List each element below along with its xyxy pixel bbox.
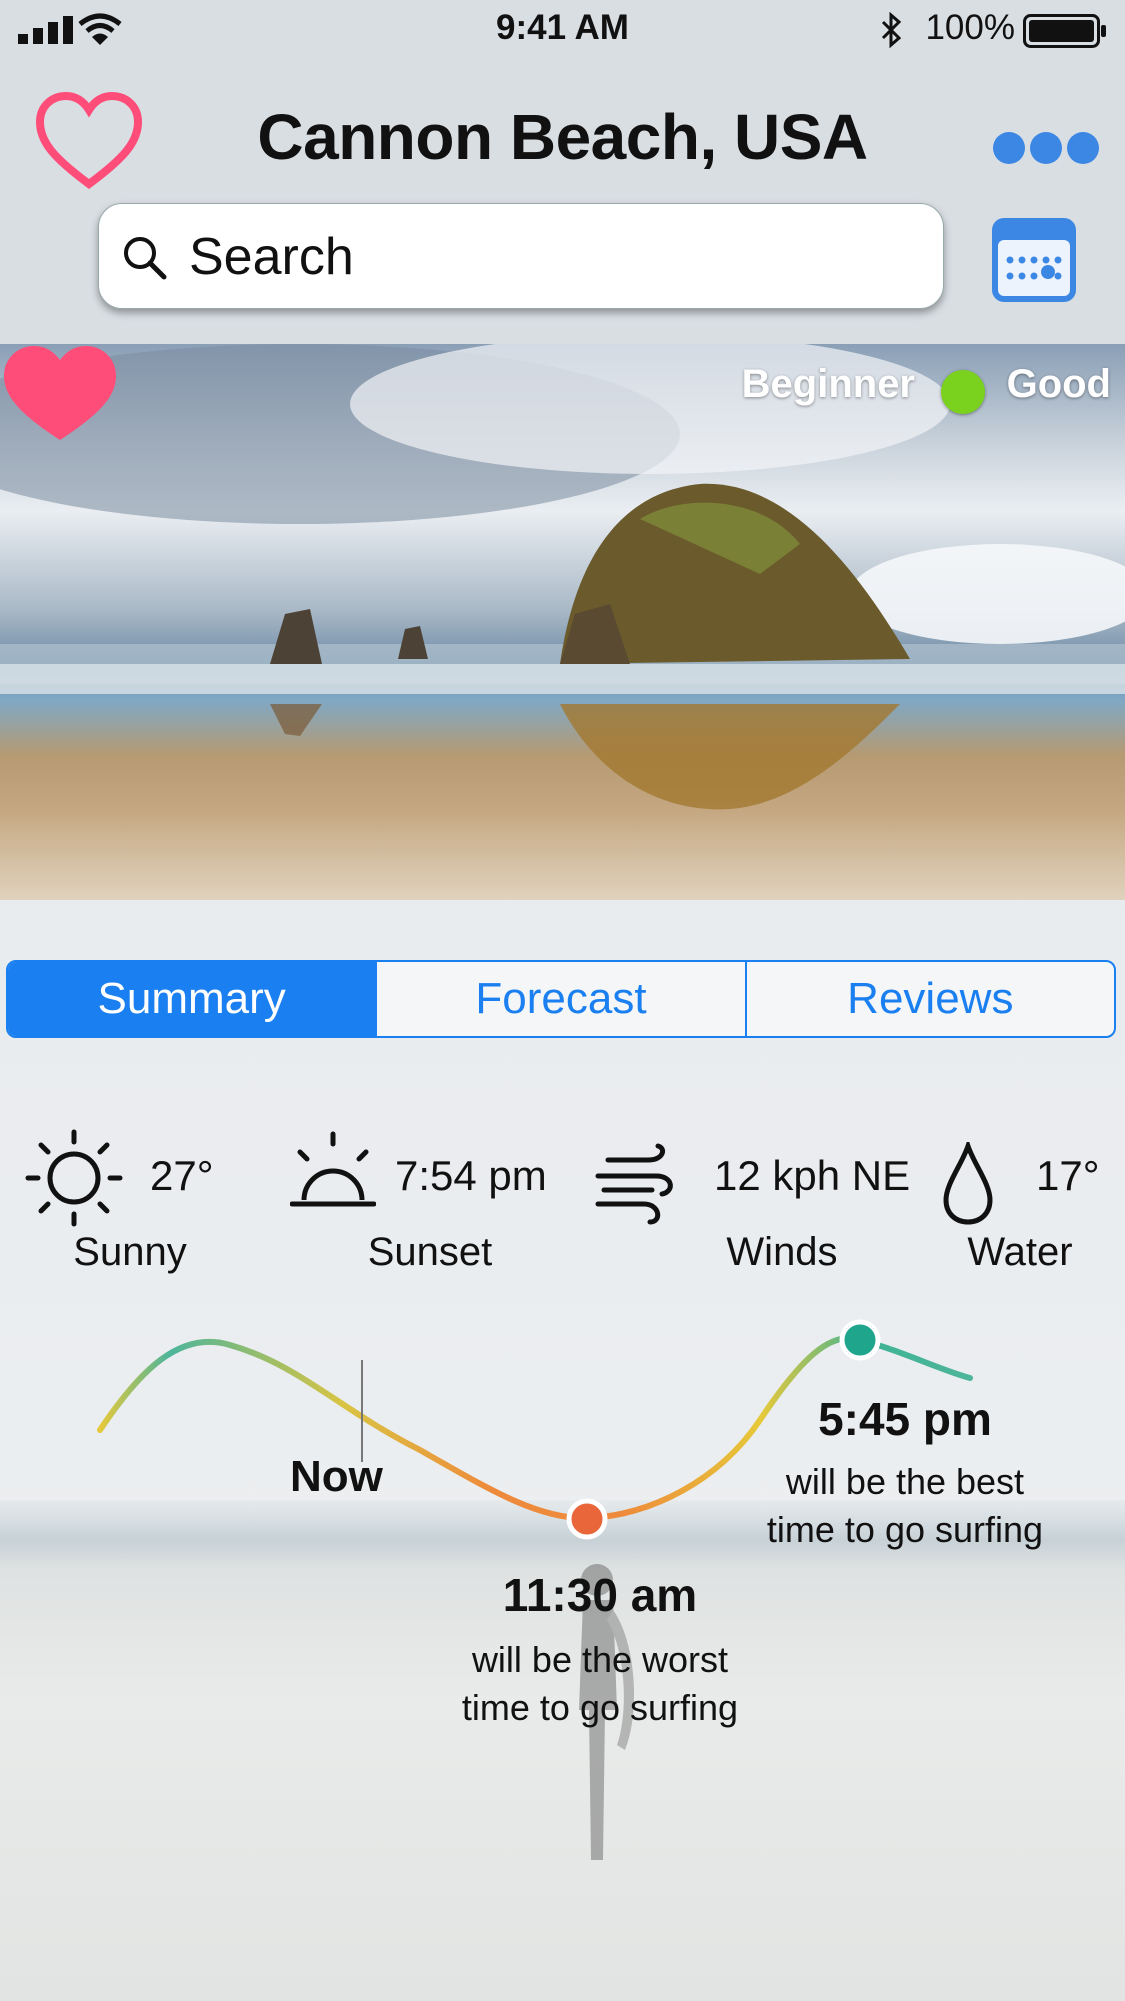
beach-photo: Beginner Good [0,344,1125,900]
wind-speed: 12 kph NE [714,1152,911,1199]
weather-label: Sunny [73,1230,187,1274]
bluetooth-icon [881,12,902,48]
skill-level-label: Beginner [741,362,915,406]
favorite-heart-filled-icon[interactable] [0,344,120,444]
best-time-description: will be the best time to go surfing [766,1461,1044,1550]
haystack-rock-illustration [0,344,1125,810]
condition-label: Good [1006,362,1111,406]
water-label: Water [967,1230,1073,1274]
wind-icon [595,1143,673,1225]
worst-time-marker [566,1498,608,1540]
battery-percentage: 100% [925,8,1015,47]
droplet-icon [943,1142,993,1225]
tab-summary[interactable]: Summary [8,962,376,1036]
now-label: Now [290,1452,383,1501]
search-input[interactable] [187,224,911,290]
sunset-label: Sunset [367,1230,493,1274]
winds-label: Winds [726,1230,838,1274]
battery-icon [1023,14,1106,48]
best-time-marker [839,1319,881,1361]
worst-time-description: will be the worst time to go surfing [461,1639,739,1728]
page-title: Cannon Beach, USA [257,101,868,173]
calendar-icon[interactable] [990,216,1078,304]
best-time: 5:45 pm [818,1393,992,1445]
water-temperature: 17° [1036,1152,1100,1199]
weather-temperature: 27° [150,1152,214,1199]
sun-icon [25,1129,123,1227]
sunset-time: 7:54 pm [395,1152,547,1199]
search-bar[interactable] [98,203,944,309]
status-bar: 9:41 AM 100% [0,0,1125,60]
condition-indicator-dot [941,370,985,414]
segmented-tabs: Summary Forecast Reviews [6,960,1116,1038]
worst-time: 11:30 am [502,1569,698,1621]
tab-forecast[interactable]: Forecast [375,962,744,1036]
tab-reviews[interactable]: Reviews [744,962,1114,1036]
more-options-icon[interactable] [993,132,1105,164]
search-icon [124,237,167,280]
sunset-icon [290,1131,376,1207]
